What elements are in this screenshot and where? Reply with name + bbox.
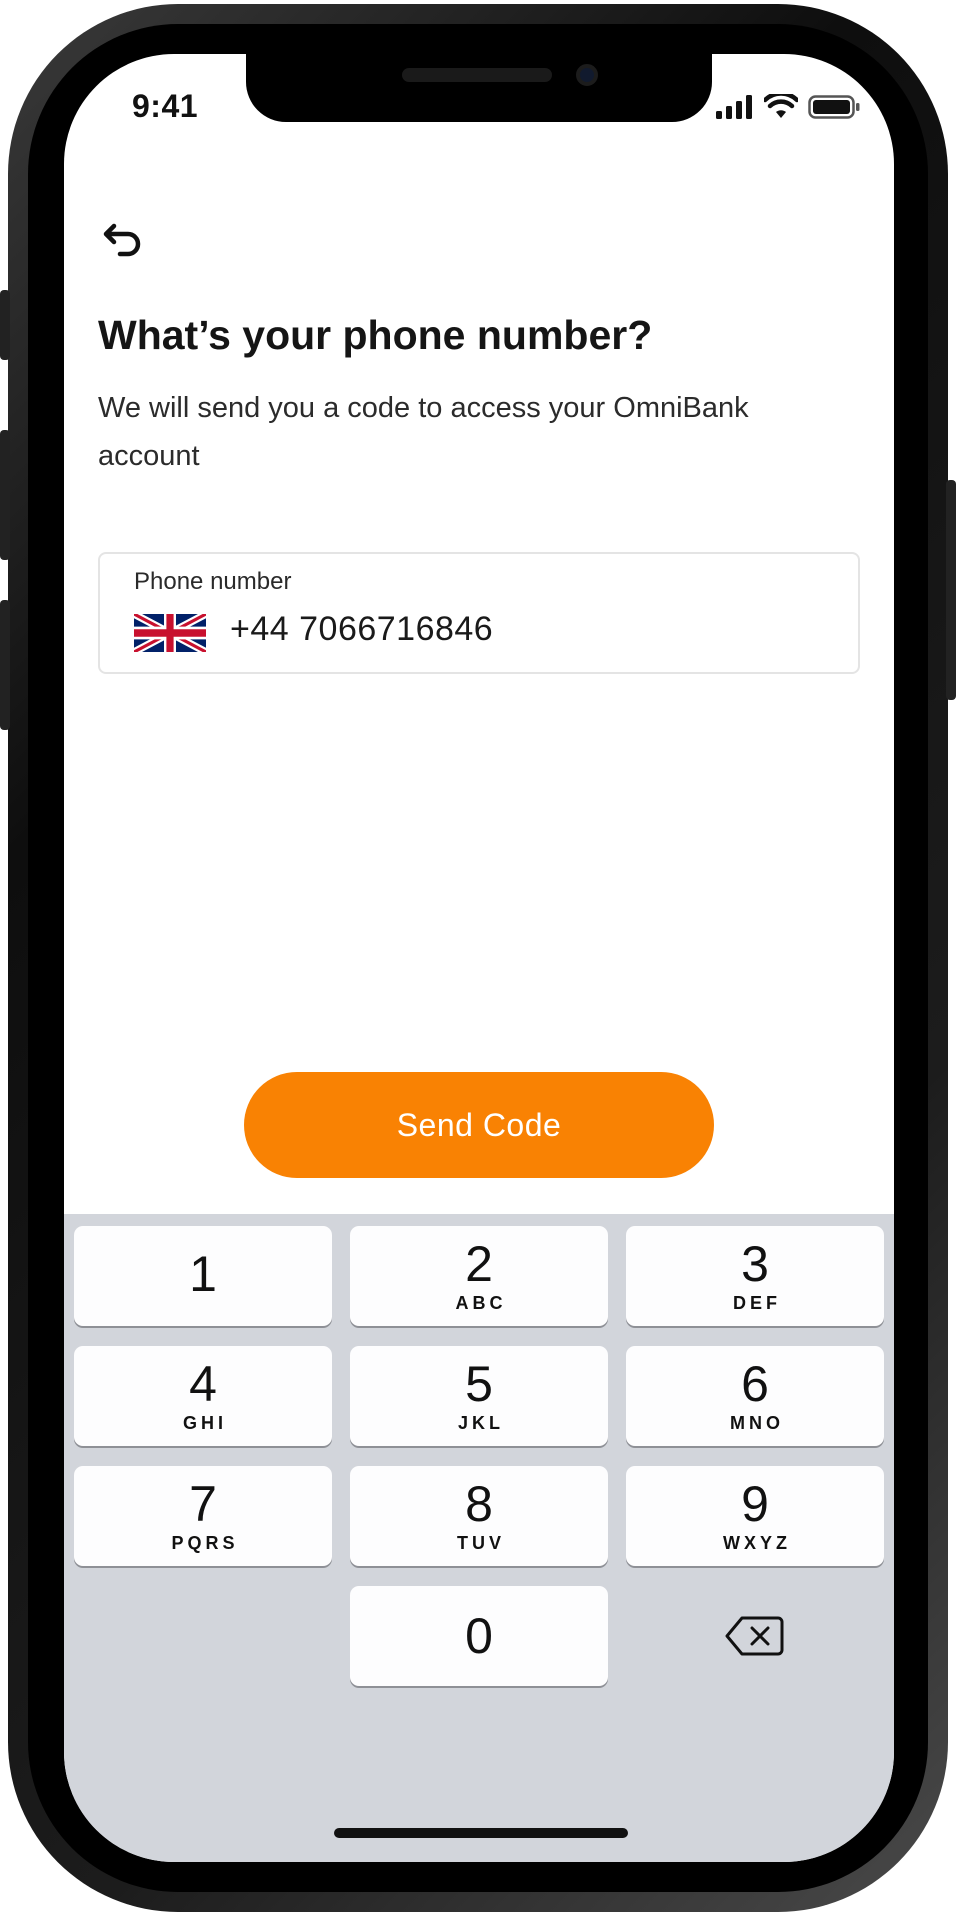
send-code-button[interactable]: Send Code [244, 1072, 714, 1178]
page-subtitle: We will send you a code to access your O… [98, 392, 749, 472]
volume-down-button [0, 600, 10, 730]
key-digit: 7 [189, 1475, 217, 1532]
key-digit: 4 [189, 1355, 217, 1412]
key-digit: 5 [465, 1355, 493, 1412]
key-letters: MNO [730, 1412, 784, 1433]
volume-up-button [0, 430, 10, 560]
key-digit: 9 [741, 1475, 769, 1532]
key-9[interactable]: 9 WXYZ [626, 1466, 884, 1566]
notch [246, 54, 712, 122]
numeric-keypad: 1 2 ABC 3 DEF 4 GHI 5 JKL 6 MNO 7 PQRS 8… [64, 1214, 894, 1862]
key-8[interactable]: 8 TUV [350, 1466, 608, 1566]
phone-number-input[interactable]: +44 7066716846 [230, 610, 493, 649]
wifi-icon [764, 94, 798, 118]
key-0[interactable]: 0 [350, 1586, 608, 1686]
key-letters: JKL [457, 1412, 504, 1433]
key-1[interactable]: 1 [74, 1226, 332, 1326]
speaker-grille [402, 68, 552, 82]
silent-switch [0, 290, 10, 360]
back-arrow-icon[interactable] [102, 216, 146, 260]
key-letters: PQRS [171, 1532, 239, 1553]
key-digit: 1 [189, 1246, 217, 1302]
key-letters: DEF [733, 1292, 781, 1313]
key-letters: TUV [457, 1532, 505, 1553]
key-letters: GHI [182, 1412, 227, 1433]
key-digit: 3 [741, 1235, 769, 1292]
backspace-icon[interactable] [724, 1614, 784, 1658]
home-indicator[interactable] [334, 1828, 628, 1838]
phone-number-label: Phone number [134, 568, 292, 595]
key-digit: 8 [465, 1475, 493, 1532]
battery-icon [808, 95, 860, 119]
status-time: 9:41 [132, 88, 199, 124]
key-7[interactable]: 7 PQRS [74, 1466, 332, 1566]
key-digit: 6 [741, 1355, 769, 1412]
signal-icon [716, 95, 752, 119]
key-5[interactable]: 5 JKL [350, 1346, 608, 1446]
uk-flag-icon[interactable] [134, 614, 206, 652]
key-6[interactable]: 6 MNO [626, 1346, 884, 1446]
key-3[interactable]: 3 DEF [626, 1226, 884, 1326]
key-digit: 2 [465, 1235, 493, 1292]
key-letters: WXYZ [723, 1532, 791, 1553]
status-icons [716, 94, 860, 120]
key-letters: ABC [455, 1292, 507, 1313]
key-4[interactable]: 4 GHI [74, 1346, 332, 1446]
key-digit: 0 [465, 1608, 493, 1664]
key-2[interactable]: 2 ABC [350, 1226, 608, 1326]
front-camera [576, 64, 598, 86]
page-title: What’s your phone number? [98, 312, 653, 358]
phone-number-field[interactable]: Phone number +44 7066716846 [98, 552, 860, 674]
power-button [946, 480, 956, 700]
app-screen: 9:41 What’s your phone number? We will s… [64, 54, 894, 1862]
device-mockup: 9:41 What’s your phone number? We will s… [0, 0, 956, 1916]
